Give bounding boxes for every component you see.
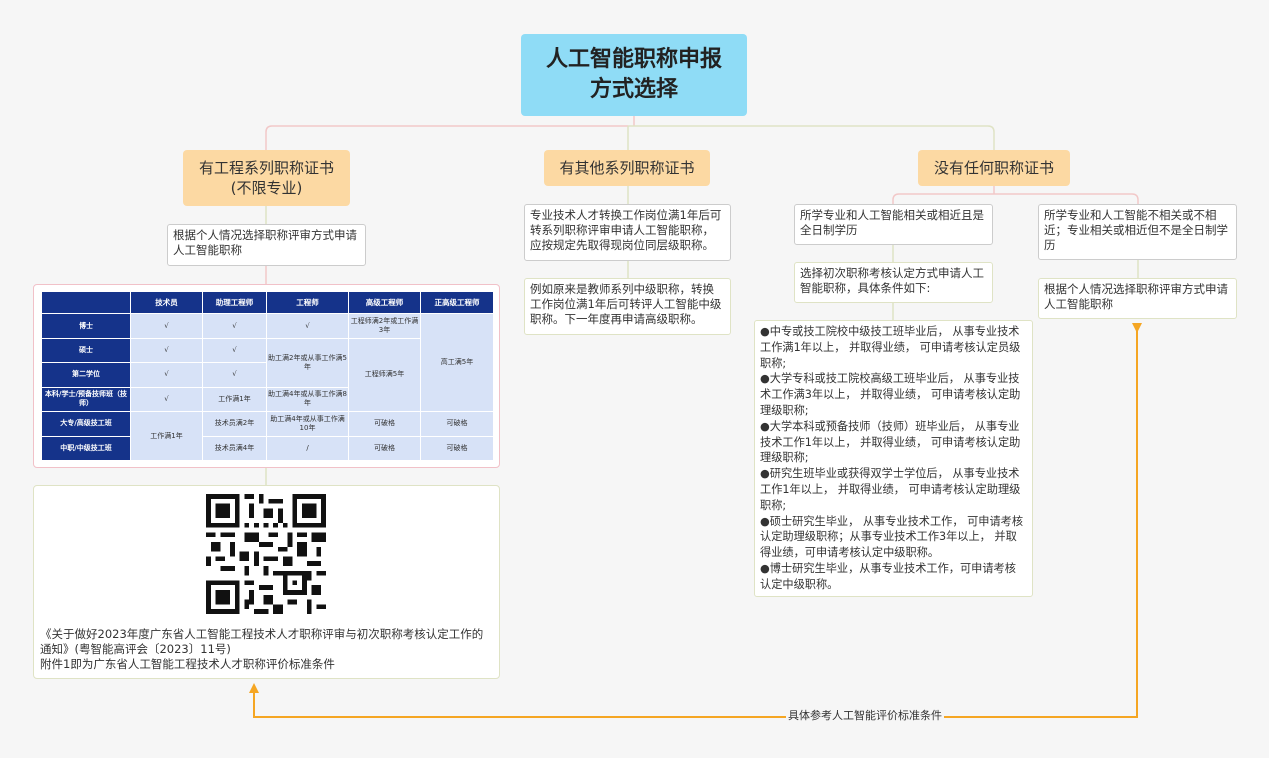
engineering-note[interactable]: 根据个人情况选择职称评审方式申请人工智能职称 (167, 224, 366, 266)
reference-doc-line2: 通知》(粤智能高评会〔2023〕11号) (40, 642, 231, 656)
table-cell: 助工满2年或从事工作满5年 (266, 337, 349, 388)
list-item: ●大学本科或预备技师（技师）班毕业后， 从事专业技术工作1年以上， 并取得业绩，… (760, 419, 1021, 465)
table-cell: / (266, 435, 349, 461)
list-item: ●研究生班毕业或获得双学士学位后， 从事专业技术工作1年以上， 并取得业绩， 可… (760, 467, 1021, 512)
branch-none-label: 没有任何职称证书 (933, 159, 1054, 177)
other-cert-example[interactable]: 例如原来是教师系列中级职称，转换工作岗位满1年后可转评人工智能中级职称。下一年度… (524, 278, 731, 335)
reference-arrow-label: 具体参考人工智能评价标准条件 (786, 709, 944, 723)
list-item: ●大学专科或技工院校高级工班毕业后， 从事专业技术工作满3年以上， 并取得业绩，… (760, 372, 1021, 417)
table-header-corner (41, 290, 131, 315)
standards-table-card[interactable]: 技术员 助理工程师 工程师 高级工程师 正高级工程师 博士 √ √ √ 工程师满… (33, 284, 500, 468)
table-cell: √ (130, 362, 203, 388)
table-cell: √ (130, 313, 203, 339)
root-topic[interactable]: 人工智能职称申报 方式选择 (521, 34, 747, 116)
table-row-header: 中职/中级技工班 (41, 435, 131, 461)
table-header-senior-engineer: 高级工程师 (348, 290, 421, 315)
table-cell: 可破格 (348, 411, 421, 437)
table-cell: 高工满5年 (420, 313, 494, 413)
reference-doc-line3: 附件1即为广东省人工智能工程技术人才职称评价标准条件 (40, 657, 335, 671)
table-cell: √ (202, 362, 267, 388)
branch-other-label: 有其他系列职称证书 (559, 159, 695, 177)
branch-engineering-line2: (不限专业) (230, 179, 303, 197)
table-cell: √ (130, 337, 203, 364)
table-cell: 可破格 (420, 435, 494, 461)
table-row-header: 大专/高级技工班 (41, 411, 131, 437)
personal-choice-note[interactable]: 根据个人情况选择职称评审方式申请人工智能职称 (1038, 278, 1237, 319)
root-title-line2: 方式选择 (589, 77, 678, 102)
table-row-header: 博士 (41, 313, 131, 339)
initial-conditions-list[interactable]: ●中专或技工院校中级技工班毕业后， 从事专业技术工作满1年以上， 并取得业绩， … (754, 320, 1033, 597)
branch-engineering-cert[interactable]: 有工程系列职称证书 (不限专业) (183, 150, 350, 206)
table-cell: 技术员满2年 (202, 411, 267, 437)
branch-engineering-line1: 有工程系列职称证书 (198, 159, 334, 177)
root-title-line1: 人工智能职称申报 (545, 47, 722, 72)
list-item: ●博士研究生毕业，从事专业技术工作，可申请考核认定中级职称。 (760, 561, 1016, 591)
table-cell: 工程师满2年或工作满3年 (348, 313, 421, 339)
table-cell: √ (266, 313, 349, 339)
qr-code-icon[interactable] (206, 494, 326, 614)
table-row-header: 硕士 (41, 337, 131, 364)
table-cell: 可破格 (420, 411, 494, 437)
table-cell: 助工满4年或从事工作满10年 (266, 411, 349, 437)
initial-assessment-note[interactable]: 选择初次职称考核认定方式申请人工智能职称，具体条件如下: (794, 262, 993, 303)
qualification-table: 技术员 助理工程师 工程师 高级工程师 正高级工程师 博士 √ √ √ 工程师满… (41, 290, 494, 461)
table-header-engineer: 工程师 (266, 290, 349, 315)
table-cell: 技术员满4年 (202, 435, 267, 461)
branch-other-cert[interactable]: 有其他系列职称证书 (544, 150, 710, 186)
related-major-note[interactable]: 所学专业和人工智能相关或相近且是全日制学历 (794, 204, 993, 245)
table-header-assistant-engineer: 助理工程师 (202, 290, 267, 315)
table-cell: √ (202, 337, 267, 364)
table-row-header: 本科/学士/预备技师班（技师） (41, 386, 131, 413)
table-cell: 助工满4年或从事工作满8年 (266, 386, 349, 413)
table-header-professor-engineer: 正高级工程师 (420, 290, 494, 315)
reference-doc-line1: 《关于做好2023年度广东省人工智能工程技术人才职称评审与初次职称考核认定工作的 (40, 627, 484, 641)
table-row-header: 第二学位 (41, 362, 131, 388)
other-cert-note[interactable]: 专业技术人才转换工作岗位满1年后可转系列职称评审申请人工智能职称，应按规定先取得… (524, 204, 731, 261)
table-cell: 可破格 (348, 435, 421, 461)
table-cell: √ (130, 386, 203, 413)
table-header-technician: 技术员 (130, 290, 203, 315)
reference-card[interactable]: 《关于做好2023年度广东省人工智能工程技术人才职称评审与初次职称考核认定工作的… (33, 485, 500, 679)
unrelated-major-note[interactable]: 所学专业和人工智能不相关或不相近；专业相关或相近但不是全日制学历 (1038, 204, 1237, 260)
list-item: ●中专或技工院校中级技工班毕业后， 从事专业技术工作满1年以上， 并取得业绩， … (760, 325, 1021, 370)
table-cell: 工作满1年 (130, 411, 203, 461)
table-cell: 工程师满5年 (348, 337, 421, 413)
branch-no-cert[interactable]: 没有任何职称证书 (918, 150, 1070, 186)
list-item: ●硕士研究生毕业， 从事专业技术工作， 可申请考核认定助理级职称；从事专业技术工… (760, 514, 1024, 560)
table-cell: 工作满1年 (202, 386, 267, 413)
table-cell: √ (202, 313, 267, 339)
